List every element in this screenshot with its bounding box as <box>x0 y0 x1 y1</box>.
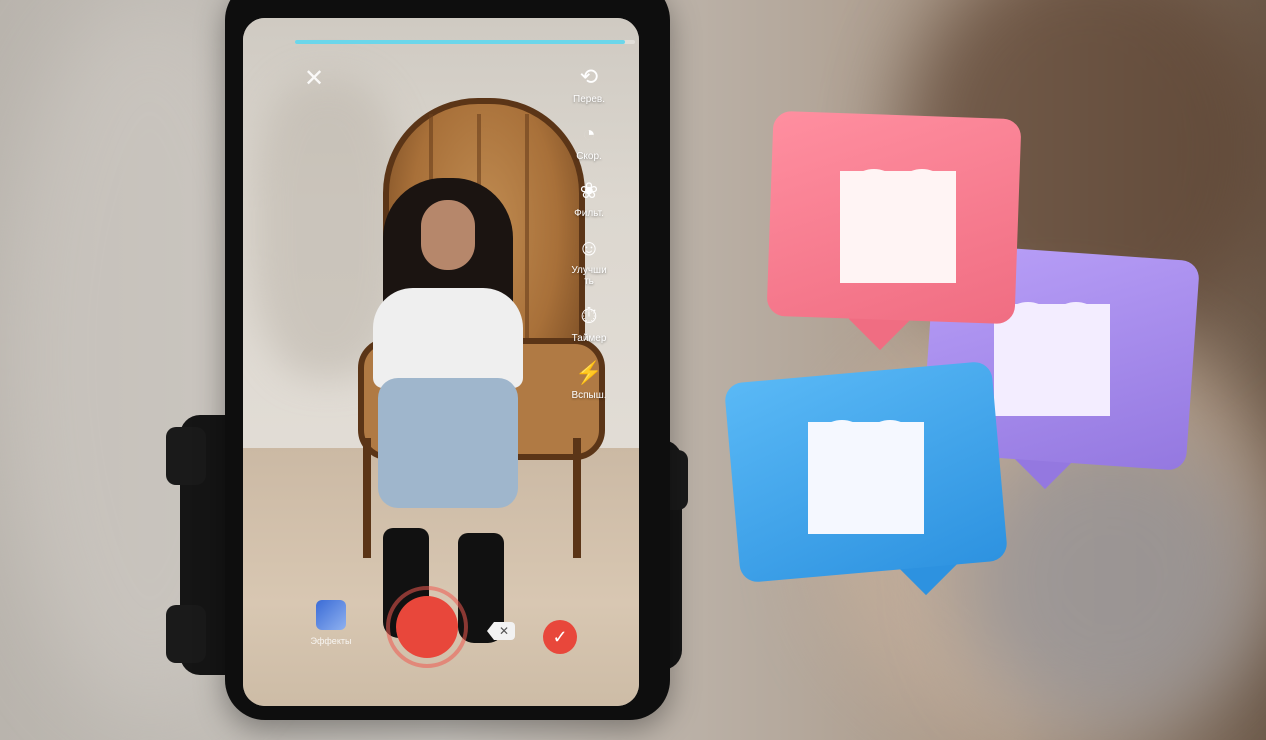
heart-icon <box>840 171 956 283</box>
background-blur-jeans <box>960 430 1260 730</box>
seated-woman <box>373 178 523 643</box>
check-icon[interactable]: ✓ <box>543 620 577 654</box>
heart-icon <box>994 304 1110 416</box>
tool-speed[interactable]: ◔ Скор. <box>559 119 619 162</box>
camera-tools: ⟲ Перев. ◔ Скор. ❀ Фильт. ☺ Улучши ть ⏱ … <box>557 62 621 415</box>
tool-label: Улучши ть <box>571 265 607 287</box>
tool-label: Перев. <box>573 94 605 105</box>
effects-button[interactable]: Эффекты <box>301 600 361 646</box>
tool-label: Таймер <box>571 333 607 344</box>
close-icon[interactable]: ✕ <box>301 66 327 92</box>
recording-progress <box>295 40 635 44</box>
heart-icon <box>808 422 924 534</box>
tool-filters[interactable]: ❀ Фильт. <box>559 176 619 219</box>
tool-flip[interactable]: ⟲ Перев. <box>559 62 619 105</box>
effects-label: Эффекты <box>310 636 352 646</box>
tool-label: Вспыш. <box>571 390 607 401</box>
timer-icon: ⏱ <box>580 303 598 328</box>
tool-label: Фильт. <box>574 208 604 219</box>
filters-icon: ❀ <box>579 178 599 203</box>
speed-icon: ◔ <box>582 121 596 146</box>
chair-leg <box>363 438 371 558</box>
tool-beautify[interactable]: ☺ Улучши ть <box>559 233 619 287</box>
tool-flash[interactable]: ⚡ Вспыш. <box>559 358 619 401</box>
tool-label: Скор. <box>576 151 602 162</box>
camera-screen: ✕ ⟲ Перев. ◔ Скор. ❀ Фильт. ☺ Улучши ть … <box>243 18 639 706</box>
flip-camera-icon: ⟲ <box>579 64 599 89</box>
tool-timer[interactable]: ⏱ Таймер <box>559 301 619 344</box>
flash-icon: ⚡ <box>575 360 603 385</box>
beautify-icon: ☺ <box>577 235 601 260</box>
effects-thumbnail <box>316 600 346 630</box>
record-button[interactable] <box>396 596 458 658</box>
chair-leg <box>573 438 581 558</box>
recording-progress-fill <box>295 40 625 44</box>
